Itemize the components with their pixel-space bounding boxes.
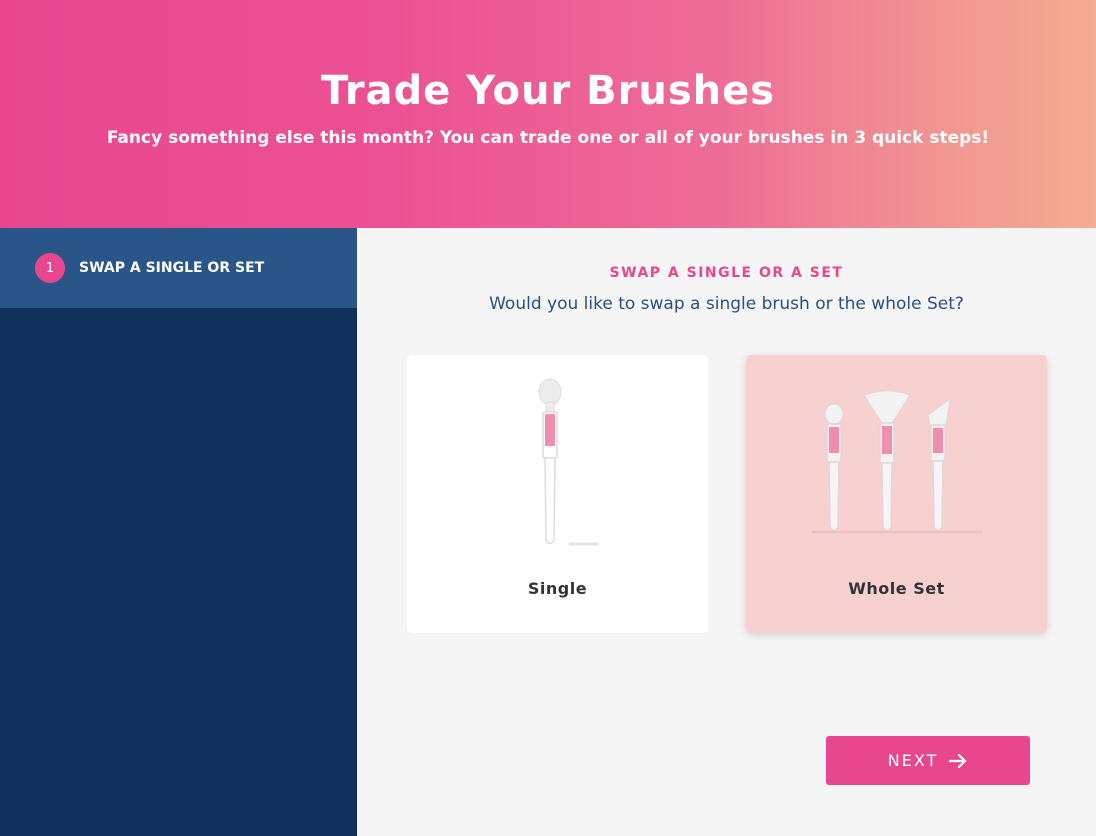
brush-set-icon <box>811 390 982 534</box>
question-text: Would you like to swap a single brush or… <box>489 294 964 314</box>
next-button[interactable]: NEXT <box>826 736 1030 785</box>
arrow-right-icon <box>948 753 968 769</box>
sidebar-step-swap[interactable]: 1 SWAP A SINGLE OR SET <box>0 228 357 308</box>
next-button-label: NEXT <box>887 751 939 770</box>
step-label: SWAP A SINGLE OR SET <box>79 260 265 276</box>
section-title: SWAP A SINGLE OR A SET <box>609 265 844 281</box>
page-title: Trade Your Brushes <box>320 68 776 114</box>
option-card-single[interactable]: Single <box>407 355 708 633</box>
option-card-whole-set[interactable]: Whole Set <box>746 355 1047 633</box>
step-number-badge: 1 <box>35 253 65 283</box>
hero-banner: Trade Your Brushes Fancy something else … <box>0 0 1096 228</box>
option-label-single: Single <box>527 579 588 598</box>
single-brush-icon <box>538 378 598 546</box>
page-subtitle: Fancy something else this month? You can… <box>106 128 990 148</box>
steps-sidebar: 1 SWAP A SINGLE OR SET <box>0 228 357 836</box>
main-panel: SWAP A SINGLE OR A SET Would you like to… <box>357 228 1096 836</box>
option-label-whole-set: Whole Set <box>848 579 945 598</box>
